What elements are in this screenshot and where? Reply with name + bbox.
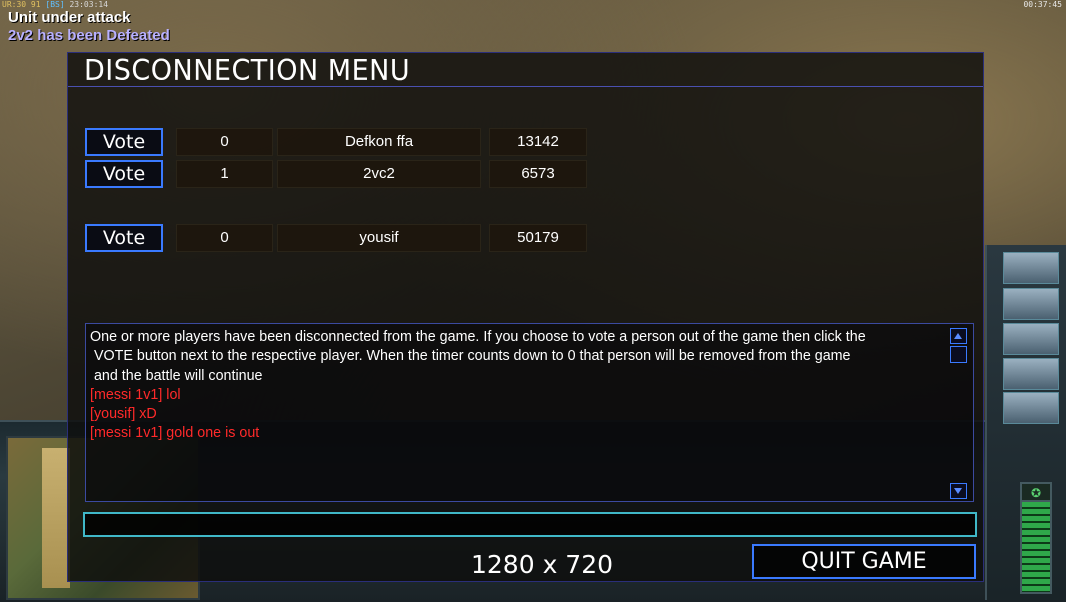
game-message-defeated: 2v2 has been Defeated: [8, 27, 170, 44]
power-meter: [1020, 500, 1052, 594]
chat-line-player-2: [yousif] xD: [90, 406, 157, 423]
vote-button-player-2[interactable]: Vote: [85, 160, 163, 188]
vote-button-player-1[interactable]: Vote: [85, 128, 163, 156]
player-2-slot: 1: [176, 160, 273, 188]
game-message-unit-attack: Unit under attack: [8, 9, 131, 26]
player-3-ping: 50179: [489, 224, 587, 252]
chat-text: One or more players have been disconnect…: [90, 328, 950, 444]
build-unit-button-3[interactable]: [1003, 323, 1059, 355]
resolution-label: 1280 x 720: [471, 550, 614, 579]
player-2-ping: 6573: [489, 160, 587, 188]
dialog-title: DISCONNECTION MENU: [84, 55, 411, 88]
vote-button-player-3[interactable]: Vote: [85, 224, 163, 252]
disconnection-dialog: DISCONNECTION MENU Vote 0 Defkon ffa 131…: [67, 52, 984, 582]
player-3-name: yousif: [277, 224, 481, 252]
title-divider: [68, 86, 983, 87]
chat-line-player-1: [messi 1v1] lol: [90, 386, 181, 403]
chat-line-system-2: VOTE button next to the respective playe…: [90, 348, 851, 365]
chat-input[interactable]: [83, 512, 977, 537]
build-unit-button-5[interactable]: [1003, 392, 1059, 424]
player-3-slot: 0: [176, 224, 273, 252]
hud-clock: 23:03:14: [69, 0, 109, 9]
player-1-ping: 13142: [489, 128, 587, 156]
chat-line-player-3: [messi 1v1] gold one is out: [90, 425, 260, 442]
chat-line-system-1: One or more players have been disconnect…: [90, 329, 866, 345]
game-timer: 00:37:45: [1023, 0, 1062, 9]
chat-log[interactable]: One or more players have been disconnect…: [85, 323, 974, 502]
build-unit-button-1[interactable]: [1003, 252, 1059, 284]
player-1-name: Defkon ffa: [277, 128, 481, 156]
build-unit-button-2[interactable]: [1003, 288, 1059, 320]
scroll-thumb[interactable]: [950, 346, 967, 363]
hud-ur-label: UR:30: [2, 0, 27, 9]
player-2-name: 2vc2: [277, 160, 481, 188]
chat-line-system-3: and the battle will continue: [90, 367, 263, 384]
build-unit-button-4[interactable]: [1003, 358, 1059, 390]
quit-game-button[interactable]: QUIT GAME: [752, 544, 976, 579]
hud-bs-tag: [BS]: [45, 0, 65, 9]
chat-scrollbar[interactable]: [950, 328, 967, 499]
player-1-slot: 0: [176, 128, 273, 156]
scroll-down-icon[interactable]: [950, 483, 967, 499]
hud-ur-value: 91: [30, 0, 41, 9]
scroll-up-icon[interactable]: [950, 328, 967, 344]
hud-status-readout: UR:30 91 [BS] 23:03:14: [2, 0, 108, 9]
